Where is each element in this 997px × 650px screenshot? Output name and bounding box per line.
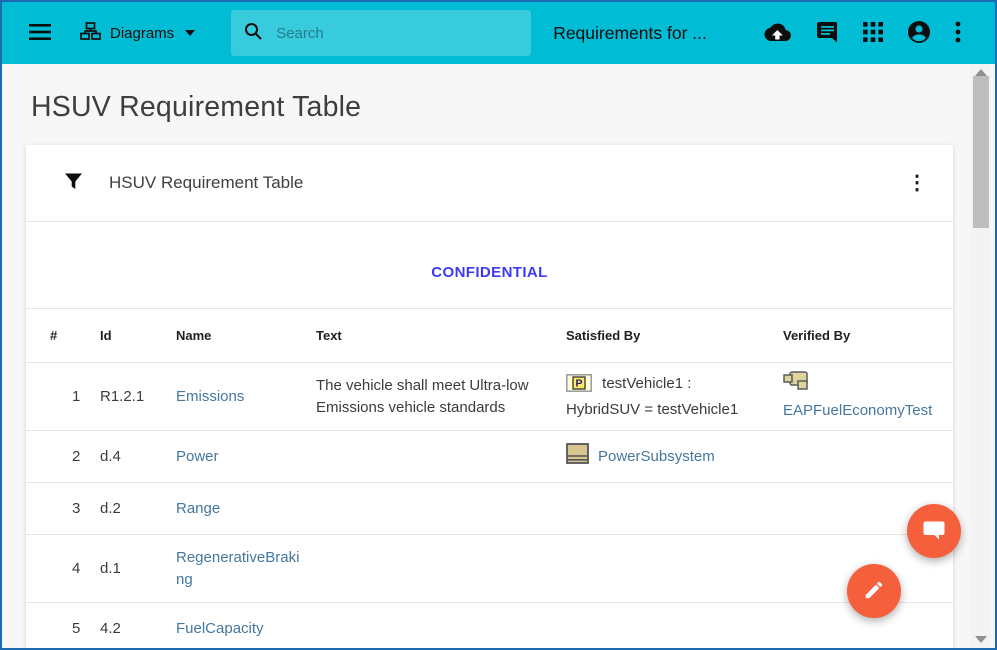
table-row: 1 R1.2.1 Emissions The vehicle shall mee… — [26, 363, 953, 431]
report-card: HSUV Requirement Table ⋮ CONFIDENTIAL # … — [26, 145, 953, 650]
scrollbar-thumb[interactable] — [973, 76, 989, 228]
app-window: Diagrams Requirements for ... — [0, 0, 997, 650]
chat-bubble-icon — [922, 518, 947, 545]
req-name-link[interactable]: FuelCapacity — [176, 620, 264, 637]
req-id: R1.2.1 — [92, 363, 172, 431]
satisfied-by-link[interactable]: PowerSubsystem — [598, 446, 715, 468]
comments-button[interactable] — [815, 21, 839, 46]
req-name-link[interactable]: RegenerativeBraking — [176, 549, 299, 588]
column-header-name: Name — [172, 309, 312, 363]
card-title: HSUV Requirement Table — [109, 173, 303, 193]
row-number: 4 — [26, 535, 92, 603]
svg-text:P: P — [575, 377, 582, 389]
table-row: 2 d.4 Power — [26, 431, 953, 483]
filter-button[interactable] — [64, 172, 83, 194]
card-header: HSUV Requirement Table ⋮ — [26, 145, 953, 222]
cloud-upload-icon — [764, 22, 791, 45]
table-row: 5 4.2 FuelCapacity — [26, 603, 953, 650]
more-menu-button[interactable] — [955, 21, 961, 46]
hamburger-icon — [28, 23, 52, 44]
topbar: Diagrams Requirements for ... — [2, 2, 995, 64]
search-input[interactable] — [276, 25, 519, 42]
topbar-actions — [764, 20, 961, 47]
diagrams-label: Diagrams — [110, 25, 174, 42]
row-number: 3 — [26, 483, 92, 535]
column-header-text: Text — [312, 309, 560, 363]
requirements-table: # Id Name Text Satisfied By Verified By … — [26, 308, 953, 650]
row-number: 5 — [26, 603, 92, 650]
satisfied-by-cell: P testVehicle1 : HybridSUV = testVehicle… — [560, 363, 775, 431]
apps-button[interactable] — [863, 22, 883, 45]
more-vert-icon — [955, 21, 961, 46]
part-property-icon: P — [566, 379, 596, 396]
scroll-down-arrow-icon[interactable] — [975, 636, 987, 643]
req-text: The vehicle shall meet Ultra-low Emissio… — [312, 363, 560, 431]
column-header-id: Id — [92, 309, 172, 363]
verified-by-cell: EAPFuelEconomyTest — [775, 363, 953, 431]
table-row: 3 d.2 Range — [26, 483, 953, 535]
confidential-watermark: CONFIDENTIAL — [26, 222, 953, 308]
req-id: d.1 — [92, 535, 172, 603]
card-menu-button[interactable]: ⋮ — [897, 167, 937, 199]
column-header-satisfied-by: Satisfied By — [560, 309, 775, 363]
req-name-link[interactable]: Power — [176, 448, 219, 465]
diagrams-dropdown[interactable]: Diagrams — [80, 22, 195, 45]
topbar-title: Requirements for ... — [553, 23, 707, 44]
edit-fab[interactable] — [847, 564, 901, 618]
verified-by-link[interactable]: EAPFuelEconomyTest — [783, 402, 932, 419]
page-title: HSUV Requirement Table — [31, 91, 995, 124]
column-header-number: # — [26, 309, 92, 363]
column-header-verified-by: Verified By — [775, 309, 953, 363]
diagram-tree-icon — [80, 22, 101, 45]
apps-grid-icon — [863, 22, 883, 45]
row-number: 2 — [26, 431, 92, 483]
account-icon — [907, 20, 931, 47]
filter-funnel-icon — [64, 172, 83, 194]
req-id: d.2 — [92, 483, 172, 535]
req-id: d.4 — [92, 431, 172, 483]
row-number: 1 — [26, 363, 92, 431]
search-box[interactable] — [231, 10, 531, 56]
req-name-link[interactable]: Emissions — [176, 388, 244, 405]
hamburger-menu-button[interactable] — [28, 23, 52, 44]
comment-icon — [815, 21, 839, 46]
vertical-scrollbar[interactable] — [971, 64, 991, 648]
table-header-row: # Id Name Text Satisfied By Verified By — [26, 309, 953, 363]
req-name-link[interactable]: Range — [176, 500, 220, 517]
req-id: 4.2 — [92, 603, 172, 650]
test-case-icon — [783, 371, 953, 398]
chevron-down-icon — [185, 30, 195, 36]
publish-button[interactable] — [764, 22, 791, 45]
chat-fab[interactable] — [907, 504, 961, 558]
search-icon — [243, 21, 263, 46]
table-row: 4 d.1 RegenerativeBraking — [26, 535, 953, 603]
scroll-up-arrow-icon[interactable] — [975, 69, 987, 76]
satisfied-by-cell: PowerSubsystem — [560, 431, 775, 483]
account-button[interactable] — [907, 20, 931, 47]
pencil-icon — [863, 579, 885, 604]
block-icon — [566, 443, 589, 471]
